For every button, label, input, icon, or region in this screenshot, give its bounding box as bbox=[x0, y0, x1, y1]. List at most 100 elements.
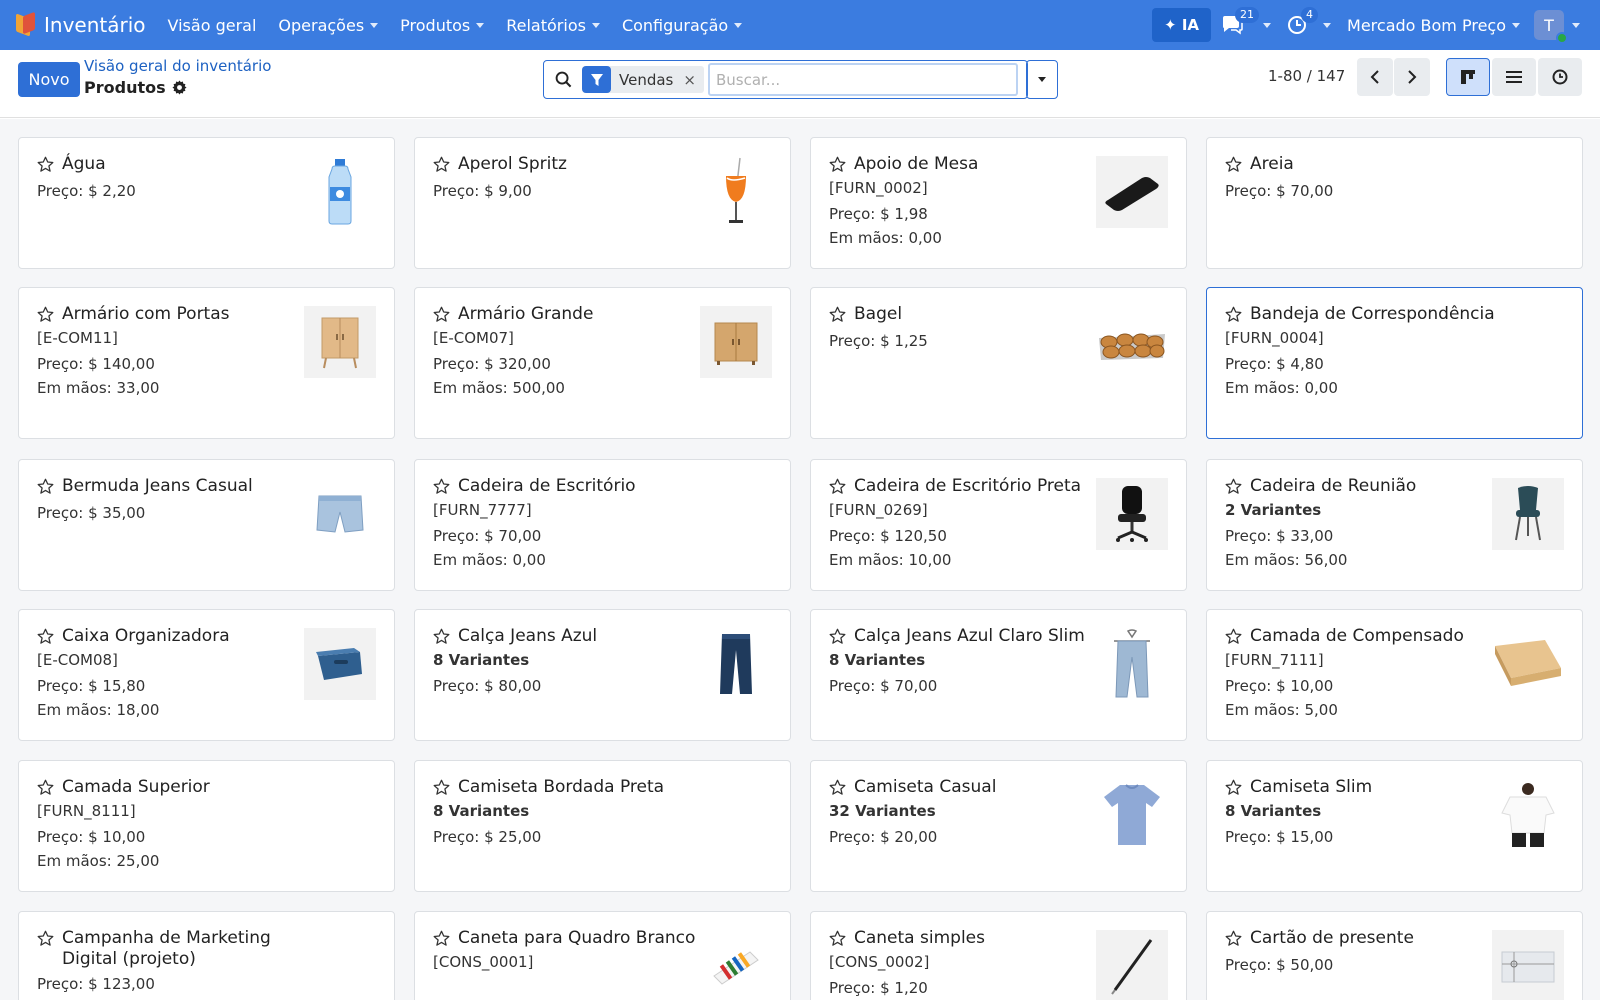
search-input[interactable] bbox=[707, 63, 1018, 96]
stock-label: Em mãos: bbox=[433, 379, 513, 397]
favorite-star-icon[interactable] bbox=[829, 156, 846, 177]
product-card[interactable]: Armário Grande [E-COM07] Preço: $ 320,00 Em… bbox=[414, 287, 791, 439]
favorite-star-icon[interactable] bbox=[829, 930, 846, 951]
product-name: Calça Jeans Azul Claro Slim bbox=[854, 626, 1085, 646]
favorite-star-icon[interactable] bbox=[433, 306, 450, 327]
menu-produtos[interactable]: Produtos bbox=[400, 16, 485, 35]
favorite-star-icon[interactable] bbox=[433, 779, 450, 800]
stock-value: 56,00 bbox=[1304, 551, 1348, 569]
price-value: $ 1,98 bbox=[880, 205, 928, 223]
product-name: Bandeja de Correspondência bbox=[1250, 304, 1495, 324]
product-card[interactable]: Bandeja de Correspondência [FURN_0004] Pre… bbox=[1206, 287, 1583, 439]
product-card[interactable]: Bermuda Jeans Casual Preço: $ 35,00 bbox=[18, 459, 395, 591]
product-card[interactable]: Camiseta Slim 8 Variantes Preço: $ 15,00 bbox=[1206, 760, 1583, 892]
product-card[interactable]: Caneta simples [CONS_0002] Preço: $ 1,20 bbox=[810, 911, 1187, 1000]
price-label: Preço: bbox=[37, 355, 89, 373]
favorite-star-icon[interactable] bbox=[433, 478, 450, 499]
activity-view-button[interactable] bbox=[1538, 58, 1582, 96]
favorite-star-icon[interactable] bbox=[1225, 779, 1242, 800]
new-button[interactable]: Novo bbox=[18, 62, 80, 97]
product-card[interactable]: Cadeira de Reunião 2 Variantes Preço: $ 33… bbox=[1206, 459, 1583, 591]
product-card[interactable]: Cadeira de Escritório [FURN_7777] Preço: $… bbox=[414, 459, 791, 591]
product-card[interactable]: Calça Jeans Azul 8 Variantes Preço: $ 80,0… bbox=[414, 609, 791, 741]
product-image bbox=[1096, 306, 1168, 378]
stock-label: Em mãos: bbox=[1225, 379, 1305, 397]
product-card[interactable]: Campanha de Marketing Digital (projeto) P… bbox=[18, 911, 395, 1000]
product-card[interactable]: Aperol Spritz Preço: $ 9,00 bbox=[414, 137, 791, 269]
gear-icon[interactable] bbox=[172, 80, 187, 95]
favorite-star-icon[interactable] bbox=[1225, 930, 1242, 951]
favorite-star-icon[interactable] bbox=[433, 930, 450, 951]
ia-button[interactable]: ✦ IA bbox=[1152, 8, 1212, 42]
product-card[interactable]: Camiseta Bordada Preta 8 Variantes Preço: … bbox=[414, 760, 791, 892]
stock-label: Em mãos: bbox=[829, 229, 909, 247]
user-avatar[interactable]: T bbox=[1534, 10, 1568, 44]
product-stock: Em mãos: 0,00 bbox=[829, 228, 1168, 248]
stock-value: 0,00 bbox=[1304, 379, 1338, 397]
menu-label: Relatórios bbox=[506, 15, 586, 35]
stock-value: 0,00 bbox=[512, 551, 546, 569]
app-brand[interactable]: Inventário bbox=[16, 11, 146, 37]
product-card[interactable]: Água Preço: $ 2,20 bbox=[18, 137, 395, 269]
favorite-star-icon[interactable] bbox=[829, 478, 846, 499]
favorite-star-icon[interactable] bbox=[37, 779, 54, 800]
menu-visao-geral[interactable]: Visão geral bbox=[168, 16, 257, 35]
favorite-star-icon[interactable] bbox=[37, 628, 54, 649]
favorite-star-icon[interactable] bbox=[1225, 306, 1242, 327]
price-value: $ 35,00 bbox=[88, 504, 146, 522]
search-options-toggle[interactable] bbox=[1026, 60, 1058, 99]
product-card[interactable]: Camada Superior [FURN_8111] Preço: $ 10,00… bbox=[18, 760, 395, 892]
product-stock: Em mãos: 10,00 bbox=[829, 550, 1168, 570]
price-value: $ 10,00 bbox=[1276, 677, 1334, 695]
favorite-star-icon[interactable] bbox=[37, 478, 54, 499]
product-card[interactable]: Cadeira de Escritório Preta [FURN_0269] Pr… bbox=[810, 459, 1187, 591]
stock-label: Em mãos: bbox=[37, 852, 117, 870]
price-label: Preço: bbox=[433, 677, 485, 695]
favorite-star-icon[interactable] bbox=[37, 306, 54, 327]
product-name: Areia bbox=[1250, 154, 1294, 174]
company-switcher[interactable]: Mercado Bom Preço bbox=[1347, 16, 1520, 35]
product-card[interactable]: Camada de Compensado [FURN_7111] Preço: $ … bbox=[1206, 609, 1583, 741]
search-icon[interactable] bbox=[555, 71, 572, 88]
product-card[interactable]: Caneta para Quadro Branco [CONS_0001] bbox=[414, 911, 791, 1000]
breadcrumb-link[interactable]: Visão geral do inventário bbox=[84, 57, 271, 75]
favorite-star-icon[interactable] bbox=[829, 779, 846, 800]
favorite-star-icon[interactable] bbox=[1225, 478, 1242, 499]
remove-facet-icon[interactable]: × bbox=[683, 71, 704, 89]
product-card[interactable]: Camiseta Casual 32 Variantes Preço: $ 20,0… bbox=[810, 760, 1187, 892]
product-card[interactable]: Armário com Portas [E-COM11] Preço: $ 140,… bbox=[18, 287, 395, 439]
price-value: $ 15,00 bbox=[1276, 828, 1334, 846]
messages-menu[interactable]: 21 bbox=[1221, 7, 1272, 35]
favorite-star-icon[interactable] bbox=[1225, 156, 1242, 177]
favorite-star-icon[interactable] bbox=[829, 628, 846, 649]
pager-next-button[interactable] bbox=[1394, 58, 1430, 96]
page-title: Produtos bbox=[84, 78, 187, 97]
favorite-star-icon[interactable] bbox=[433, 156, 450, 177]
activities-menu[interactable]: 4 bbox=[1287, 7, 1332, 35]
product-card[interactable]: Bagel Preço: $ 1,25 bbox=[810, 287, 1187, 439]
favorite-star-icon[interactable] bbox=[829, 306, 846, 327]
product-card[interactable]: Calça Jeans Azul Claro Slim 8 Variantes Pr… bbox=[810, 609, 1187, 741]
product-card[interactable]: Caixa Organizadora [E-COM08] Preço: $ 15,8… bbox=[18, 609, 395, 741]
product-card[interactable]: Apoio de Mesa [FURN_0002] Preço: $ 1,98 Em … bbox=[810, 137, 1187, 269]
pager-previous-button[interactable] bbox=[1357, 58, 1393, 96]
menu-label: Operações bbox=[278, 15, 365, 35]
favorite-star-icon[interactable] bbox=[37, 930, 54, 951]
product-name: Aperol Spritz bbox=[458, 154, 567, 174]
menu-relatorios[interactable]: Relatórios bbox=[506, 16, 600, 35]
product-name: Camiseta Slim bbox=[1250, 777, 1373, 797]
favorite-star-icon[interactable] bbox=[433, 628, 450, 649]
favorite-star-icon[interactable] bbox=[1225, 628, 1242, 649]
kanban-view-button[interactable] bbox=[1446, 58, 1490, 96]
menu-operacoes[interactable]: Operações bbox=[278, 15, 379, 35]
top-navbar: Inventário Visão geral Operações Produto… bbox=[0, 0, 1600, 50]
menu-configuracao[interactable]: Configuração bbox=[622, 16, 743, 35]
product-card[interactable]: Areia Preço: $ 70,00 bbox=[1206, 137, 1583, 269]
price-label: Preço: bbox=[433, 527, 485, 545]
product-card[interactable]: Cartão de presente Preço: $ 50,00 bbox=[1206, 911, 1583, 1000]
list-view-button[interactable] bbox=[1492, 58, 1536, 96]
chevron-down-icon[interactable] bbox=[1572, 22, 1580, 28]
price-value: $ 10,00 bbox=[88, 828, 146, 846]
pager-value[interactable]: 1-80 / 147 bbox=[1268, 67, 1345, 85]
favorite-star-icon[interactable] bbox=[37, 156, 54, 177]
